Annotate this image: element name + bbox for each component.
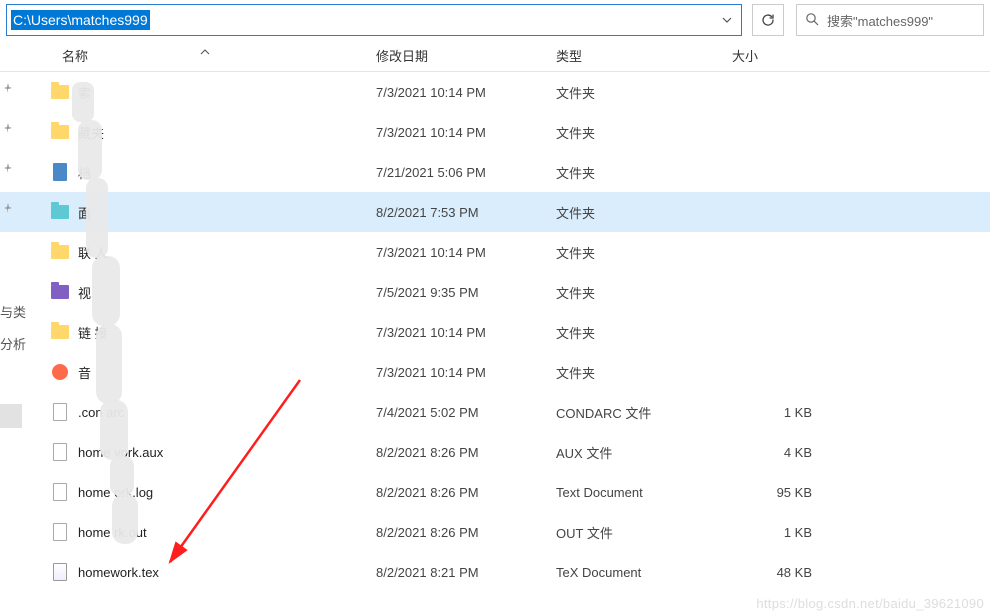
smudge [100, 400, 128, 460]
pin-icon [0, 80, 16, 96]
file-icon [50, 442, 70, 462]
table-row[interactable]: 联 人7/3/2021 10:14 PM文件夹 [0, 232, 990, 272]
cell-date: 7/3/2021 10:14 PM [376, 325, 556, 340]
table-row[interactable]: 视 7/5/2021 9:35 PM文件夹 [0, 272, 990, 312]
table-row[interactable]: 索7/3/2021 10:14 PM文件夹 [0, 72, 990, 112]
col-header-size[interactable]: 大小 [732, 46, 812, 65]
folder-icon [50, 122, 70, 142]
file-list: 索7/3/2021 10:14 PM文件夹藏夹7/3/2021 10:14 PM… [0, 72, 990, 592]
table-row[interactable]: 藏夹7/3/2021 10:14 PM文件夹 [0, 112, 990, 152]
pin-icon [0, 160, 16, 176]
cell-name: .con arc [50, 402, 376, 422]
cell-type: 文件夹 [556, 243, 732, 262]
cell-size: 4 KB [732, 445, 812, 460]
folder-icon [50, 322, 70, 342]
col-header-date[interactable]: 修改日期 [376, 46, 556, 65]
search-box[interactable]: 搜索"matches999" [796, 4, 984, 36]
cell-date: 7/3/2021 10:14 PM [376, 245, 556, 260]
cell-type: 文件夹 [556, 163, 732, 182]
pin-icon [0, 200, 16, 216]
cell-date: 7/3/2021 10:14 PM [376, 125, 556, 140]
watermark: https://blog.csdn.net/baidu_39621090 [756, 596, 984, 611]
cell-type: AUX 文件 [556, 443, 732, 462]
cell-size: 48 KB [732, 565, 812, 580]
cell-size: 95 KB [732, 485, 812, 500]
side-text: 与类 分析 [0, 297, 26, 361]
table-row[interactable]: home ork.log8/2/2021 8:26 PMText Documen… [0, 472, 990, 512]
cell-type: OUT 文件 [556, 523, 732, 542]
cell-date: 7/5/2021 9:35 PM [376, 285, 556, 300]
file-name: homework.tex [78, 565, 159, 580]
cell-name: 索 [50, 82, 376, 102]
smudge [92, 256, 120, 326]
table-row[interactable]: home rk.out8/2/2021 8:26 PMOUT 文件1 KB [0, 512, 990, 552]
smudge [86, 178, 108, 258]
smudge [110, 456, 134, 496]
table-row[interactable]: 链 接7/3/2021 10:14 PM文件夹 [0, 312, 990, 352]
cell-date: 8/2/2021 8:26 PM [376, 485, 556, 500]
cell-type: 文件夹 [556, 203, 732, 222]
cell-date: 8/2/2021 7:53 PM [376, 205, 556, 220]
side-gray-tab [0, 404, 22, 428]
cell-type: 文件夹 [556, 123, 732, 142]
cell-type: 文件夹 [556, 363, 732, 382]
search-placeholder: 搜索"matches999" [827, 11, 933, 30]
table-row[interactable]: 档7/21/2021 5:06 PM文件夹 [0, 152, 990, 192]
refresh-button[interactable] [752, 4, 784, 36]
address-path: C:\Users\matches999 [11, 10, 150, 30]
columns-header: 名称 修改日期 类型 大小 [0, 40, 990, 72]
col-header-name[interactable]: 名称 [50, 46, 376, 65]
tex-icon [50, 562, 70, 582]
table-row[interactable]: home vork.aux8/2/2021 8:26 PMAUX 文件4 KB [0, 432, 990, 472]
cell-date: 8/2/2021 8:26 PM [376, 445, 556, 460]
address-bar[interactable]: C:\Users\matches999 [6, 4, 742, 36]
address-input[interactable]: C:\Users\matches999 [7, 5, 713, 35]
cell-date: 7/3/2021 10:14 PM [376, 85, 556, 100]
file-icon [50, 402, 70, 422]
cell-name: home rk.out [50, 522, 376, 542]
file-name: 音 [78, 363, 91, 382]
file-icon [50, 522, 70, 542]
music-icon [50, 362, 70, 382]
cell-date: 8/2/2021 8:21 PM [376, 565, 556, 580]
doc-icon [50, 162, 70, 182]
table-row[interactable]: 面8/2/2021 7:53 PM文件夹 [0, 192, 990, 232]
pin-column [0, 80, 20, 240]
folder-icon [50, 82, 70, 102]
address-dropdown-icon[interactable] [713, 5, 741, 35]
top-bar: C:\Users\matches999 搜索"matches999" [0, 0, 990, 40]
cell-type: 文件夹 [556, 283, 732, 302]
cell-size: 1 KB [732, 405, 812, 420]
file-name: 视 [78, 283, 91, 302]
smudge [72, 82, 94, 122]
col-header-type[interactable]: 类型 [556, 46, 732, 65]
cell-date: 7/21/2021 5:06 PM [376, 165, 556, 180]
purple-icon [50, 282, 70, 302]
cell-type: CONDARC 文件 [556, 403, 732, 422]
cell-type: 文件夹 [556, 323, 732, 342]
cell-type: TeX Document [556, 565, 732, 580]
table-row[interactable]: 音 7/3/2021 10:14 PM文件夹 [0, 352, 990, 392]
smudge [112, 494, 138, 544]
cell-date: 8/2/2021 8:26 PM [376, 525, 556, 540]
cell-name: home ork.log [50, 482, 376, 502]
cell-date: 7/3/2021 10:14 PM [376, 365, 556, 380]
cell-size: 1 KB [732, 525, 812, 540]
folder-icon [50, 242, 70, 262]
cell-date: 7/4/2021 5:02 PM [376, 405, 556, 420]
table-row[interactable]: homework.tex 8/2/2021 8:21 PMTeX Document… [0, 552, 990, 592]
search-icon [805, 12, 819, 29]
file-icon [50, 482, 70, 502]
smudge [96, 324, 122, 404]
cell-type: Text Document [556, 485, 732, 500]
sort-indicator-icon [200, 48, 210, 59]
table-row[interactable]: .con arc7/4/2021 5:02 PMCONDARC 文件1 KB [0, 392, 990, 432]
cell-type: 文件夹 [556, 83, 732, 102]
smudge [78, 120, 102, 180]
cell-name: homework.tex [50, 562, 376, 582]
cell-name: home vork.aux [50, 442, 376, 462]
teal-icon [50, 202, 70, 222]
pin-icon [0, 120, 16, 136]
